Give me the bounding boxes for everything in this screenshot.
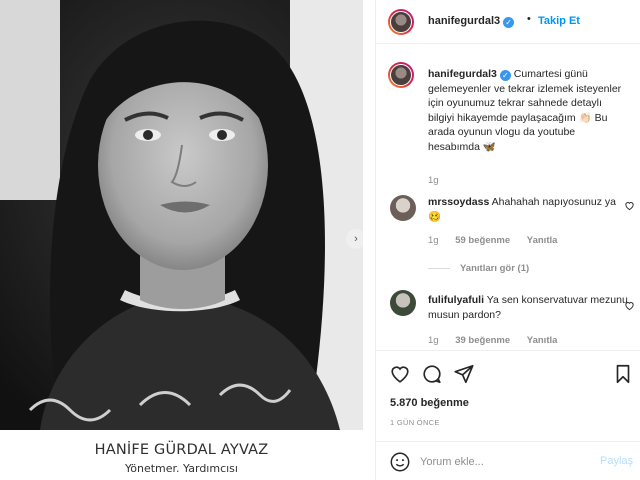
- comment-input[interactable]: [420, 453, 590, 471]
- comment-meta: 1g 59 beğenme Yanıtla: [428, 235, 571, 246]
- verified-icon: ✓: [499, 70, 511, 81]
- comments-list[interactable]: hanifegurdal3 ✓ Cumartesi günü gelemeyenl…: [376, 45, 640, 350]
- post-time[interactable]: 1 GÜN ÖNCE: [390, 418, 440, 427]
- next-photo-button[interactable]: ›: [346, 229, 363, 249]
- author-username-row[interactable]: hanifegurdal3 ✓: [428, 15, 515, 28]
- comment-text-block: fulifulyafuli Ya sen konservatuvar mezun…: [428, 293, 628, 322]
- likes-count[interactable]: 5.870 beğenme: [390, 397, 469, 409]
- portrait-image: [0, 0, 363, 430]
- view-replies-label[interactable]: Yanıtları gör (1): [460, 263, 529, 274]
- author-username[interactable]: hanifegurdal3: [428, 15, 500, 27]
- reply-button[interactable]: Yanıtla: [527, 235, 558, 246]
- comment-text-block: mrssoydass Ahahahah napıyosunuz ya🥴: [428, 195, 628, 224]
- post-header: hanifegurdal3 ✓ • Takip Et: [376, 0, 640, 44]
- post-photo[interactable]: [0, 0, 363, 430]
- commenter-avatar[interactable]: [390, 290, 416, 316]
- post-comment-button[interactable]: Paylaş: [600, 455, 633, 467]
- comment-meta: 1g 39 beğenme Yanıtla: [428, 335, 571, 346]
- post-side-panel: hanifegurdal3 ✓ • Takip Et hanifegurdal3 ✓…: [375, 0, 640, 480]
- commenter-avatar[interactable]: [390, 195, 416, 221]
- share-paper-plane-icon[interactable]: [453, 363, 475, 385]
- caption-text-block: hanifegurdal3 ✓ Cumartesi günü gelemeyenl…: [428, 67, 628, 154]
- caption-text: Cumartesi günü gelemeyenler ve tekrar iz…: [428, 68, 622, 153]
- emoji-icon[interactable]: [389, 451, 411, 473]
- follow-button[interactable]: Takip Et: [538, 15, 580, 27]
- like-comment-icon[interactable]: [624, 300, 635, 311]
- header-separator: •: [527, 13, 531, 25]
- comment-likes[interactable]: 39 beğenme: [455, 335, 510, 346]
- comment-username[interactable]: mrssoydass: [428, 196, 489, 208]
- chevron-right-icon: ›: [354, 233, 358, 245]
- verified-icon: ✓: [503, 17, 515, 28]
- photo-caption-strip: HANİFE GÜRDAL AYVAZ Yönetmer. Yardımcısı: [0, 430, 363, 480]
- like-comment-icon[interactable]: [624, 200, 635, 211]
- photo-caption-name: HANİFE GÜRDAL AYVAZ: [94, 442, 269, 458]
- comment-age[interactable]: 1g: [428, 235, 439, 246]
- like-heart-icon[interactable]: [389, 363, 411, 385]
- caption-age[interactable]: 1g: [428, 175, 439, 186]
- reply-button[interactable]: Yanıtla: [527, 335, 558, 346]
- caption-username[interactable]: hanifegurdal3: [428, 68, 497, 80]
- comment-likes[interactable]: 59 beğenme: [455, 235, 510, 246]
- view-replies-button[interactable]: Yanıtları gör (1): [428, 263, 529, 274]
- caption-author-avatar[interactable]: [388, 62, 414, 88]
- post-media[interactable]: › HANİFE GÜRDAL AYVAZ Yönetmer. Yardımcı…: [0, 0, 363, 480]
- action-bar: [376, 350, 640, 395]
- comment-age[interactable]: 1g: [428, 335, 439, 346]
- replies-divider: [428, 267, 450, 269]
- caption-meta: 1g: [428, 175, 453, 186]
- photo-caption-role: Yönetmer. Yardımcısı: [125, 462, 238, 475]
- add-comment-bar: Paylaş: [376, 441, 640, 480]
- comment-bubble-icon[interactable]: [421, 363, 443, 385]
- author-avatar[interactable]: [388, 9, 414, 35]
- comment-username[interactable]: fulifulyafuli: [428, 294, 484, 306]
- save-bookmark-icon[interactable]: [612, 363, 634, 385]
